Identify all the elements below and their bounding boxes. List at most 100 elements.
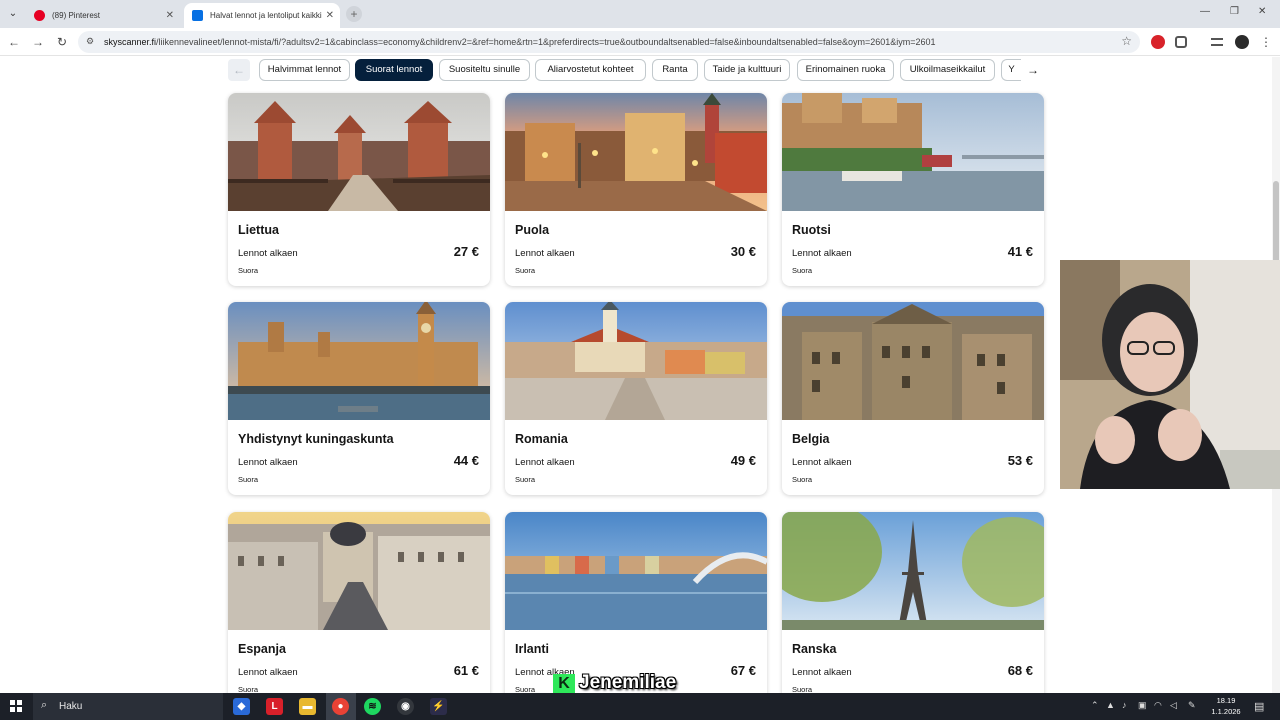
destination-card-ruotsi[interactable]: Ruotsi Lennot alkaen 41 € Suora: [782, 93, 1044, 286]
profile-avatar[interactable]: [1235, 35, 1249, 49]
destination-card-irlanti[interactable]: Irlanti Lennot alkaen 67 € Suora: [505, 512, 767, 693]
browser-menu-icon[interactable]: ⋮: [1258, 34, 1274, 50]
taskbar-app-icon[interactable]: ◆: [233, 698, 250, 715]
windows-start-icon[interactable]: [10, 700, 22, 712]
destination-price: 27 €: [453, 244, 479, 259]
taskbar-app-icon-2[interactable]: ⚡: [430, 698, 447, 715]
flights-from-label: Lennot alkaen: [238, 248, 298, 259]
tray-network-icon[interactable]: ▲: [1106, 700, 1115, 710]
flights-from-label: Lennot alkaen: [515, 248, 575, 259]
file-explorer-icon[interactable]: ▬: [299, 698, 316, 715]
tab-title: (89) Pinterest: [52, 11, 101, 20]
close-tab-icon[interactable]: ✕: [166, 3, 174, 28]
destination-card-belgia[interactable]: Belgia Lennot alkaen 53 € Suora: [782, 302, 1044, 495]
direct-label: Suora: [515, 266, 536, 275]
destination-photo-old-town: [505, 93, 767, 211]
direct-label: Suora: [792, 475, 813, 484]
forward-icon[interactable]: →: [30, 34, 46, 50]
windows-taskbar: ⌕ Haku ◆ L ▬ ● ≋ ◉ ⚡ ⌃ ▲ ♪ ▣ ◠ ◁ ✎ 18.19…: [0, 693, 1280, 720]
watermark-text: Jenemiliae: [579, 672, 677, 693]
url-domain: skyscanner.fi: [104, 37, 157, 47]
chip-recommended[interactable]: Suositeltu sinulle: [439, 59, 530, 81]
chrome-icon[interactable]: ●: [332, 698, 349, 715]
chip-more[interactable]: Y: [1001, 59, 1021, 81]
taskbar-app-l-icon[interactable]: L: [266, 698, 283, 715]
url-text: skyscanner.fi/liikennevalineet/lennot-mi…: [104, 31, 936, 53]
destination-name: Belgia: [792, 432, 830, 446]
tray-mic-icon[interactable]: ♪: [1122, 700, 1127, 710]
chip-outdoors[interactable]: Ulkoilmaseikkailut: [900, 59, 995, 81]
tray-wifi-icon[interactable]: ◠: [1154, 700, 1162, 711]
tray-chevron-icon[interactable]: ⌃: [1091, 700, 1099, 711]
address-bar[interactable]: ⚙ skyscanner.fi/liikennevalineet/lennot-…: [78, 31, 1140, 53]
chip-direct[interactable]: Suorat lennot: [355, 59, 433, 81]
restore-icon[interactable]: ❐: [1230, 6, 1239, 17]
pinterest-favicon-icon: [34, 10, 45, 21]
opera-extension-icon[interactable]: [1151, 35, 1165, 49]
reload-icon[interactable]: ↻: [54, 34, 70, 50]
flights-from-label: Lennot alkaen: [792, 667, 852, 678]
webcam-overlay: [1060, 260, 1280, 489]
destination-card-liettua[interactable]: Liettua Lennot alkaen 27 € Suora: [228, 93, 490, 286]
destination-card-romania[interactable]: Romania Lennot alkaen 49 € Suora: [505, 302, 767, 495]
destination-photo-castle: [228, 93, 490, 211]
taskbar-search-placeholder: Haku: [59, 701, 83, 712]
destination-card-yhdistynyt-kuningaskunta[interactable]: Yhdistynyt kuningaskunta Lennot alkaen 4…: [228, 302, 490, 495]
destination-photo-grand-place: [782, 302, 1044, 420]
tray-volume-icon[interactable]: ◁: [1170, 700, 1177, 711]
tab-pinterest[interactable]: (89) Pinterest ✕: [26, 3, 180, 28]
url-path: /liikennevalineet/lennot-mista/fi/?adult…: [156, 37, 936, 47]
destination-photo-westminster: [228, 302, 490, 420]
destination-card-espanja[interactable]: Espanja Lennot alkaen 61 € Suora: [228, 512, 490, 693]
chip-beach[interactable]: Ranta: [652, 59, 698, 81]
chip-underrated[interactable]: Aliarvostetut kohteet: [535, 59, 646, 81]
scroll-right-arrow-icon[interactable]: →: [1022, 59, 1044, 81]
direct-label: Suora: [515, 685, 536, 693]
destination-name: Espanja: [238, 642, 286, 656]
destination-price: 44 €: [453, 453, 479, 468]
close-tab-icon[interactable]: ✕: [326, 3, 334, 28]
browser-toolbar: ← → ↻ ⚙ skyscanner.fi/liikennevalineet/l…: [0, 28, 1280, 56]
destination-name: Liettua: [238, 223, 279, 237]
destination-photo-square: [505, 302, 767, 420]
flights-from-label: Lennot alkaen: [792, 457, 852, 468]
destination-photo-eiffel-tower: [782, 512, 1044, 630]
clock-time: 18.19: [1216, 696, 1236, 705]
clock-date: 1.1.2026: [1211, 707, 1241, 716]
chip-cheapest[interactable]: Halvimmat lennot: [259, 59, 350, 81]
destination-price: 67 €: [730, 663, 756, 678]
taskbar-clock[interactable]: 18.19 1.1.2026: [1206, 695, 1246, 717]
destination-card-ranska[interactable]: Ranska Lennot alkaen 68 € Suora: [782, 512, 1044, 693]
flights-from-label: Lennot alkaen: [515, 457, 575, 468]
destination-name: Romania: [515, 432, 568, 446]
site-info-icon[interactable]: ⚙: [86, 36, 98, 48]
bookmark-star-icon[interactable]: ☆: [1121, 34, 1132, 48]
destination-name: Puola: [515, 223, 550, 237]
minimize-icon[interactable]: —: [1200, 6, 1210, 17]
watermark-logo-badge: K: [553, 674, 575, 694]
destination-price: 61 €: [453, 663, 479, 678]
tray-pen-icon[interactable]: ✎: [1188, 700, 1196, 711]
notifications-icon[interactable]: ▤: [1254, 700, 1264, 713]
chip-food[interactable]: Erinomainen ruoka: [797, 59, 894, 81]
webcam-feed-image: [1060, 260, 1280, 489]
direct-label: Suora: [792, 685, 813, 693]
destination-card-puola[interactable]: Puola Lennot alkaen 30 € Suora: [505, 93, 767, 286]
tab-skyscanner[interactable]: Halvat lennot ja lentoliput kaikki ✕: [184, 3, 340, 28]
tab-search-dropdown-icon[interactable]: ⌄: [4, 6, 22, 22]
destination-name: Ruotsi: [792, 223, 831, 237]
category-filter-row: ← Halvimmat lennot Suorat lennot Suosite…: [228, 59, 1044, 81]
spotify-icon[interactable]: ≋: [364, 698, 381, 715]
tray-display-icon[interactable]: ▣: [1138, 700, 1147, 711]
new-tab-button[interactable]: +: [346, 6, 362, 22]
close-window-icon[interactable]: ✕: [1258, 6, 1266, 17]
destination-price: 68 €: [1007, 663, 1033, 678]
extensions-puzzle-icon[interactable]: [1175, 36, 1187, 48]
flights-from-label: Lennot alkaen: [238, 667, 298, 678]
chip-art-culture[interactable]: Taide ja kulttuuri: [704, 59, 790, 81]
scroll-left-arrow-icon[interactable]: ←: [228, 59, 250, 81]
back-icon[interactable]: ←: [6, 34, 22, 50]
media-controls-icon[interactable]: [1211, 38, 1223, 46]
obs-icon[interactable]: ◉: [397, 698, 414, 715]
taskbar-search-box[interactable]: ⌕ Haku: [33, 693, 223, 720]
